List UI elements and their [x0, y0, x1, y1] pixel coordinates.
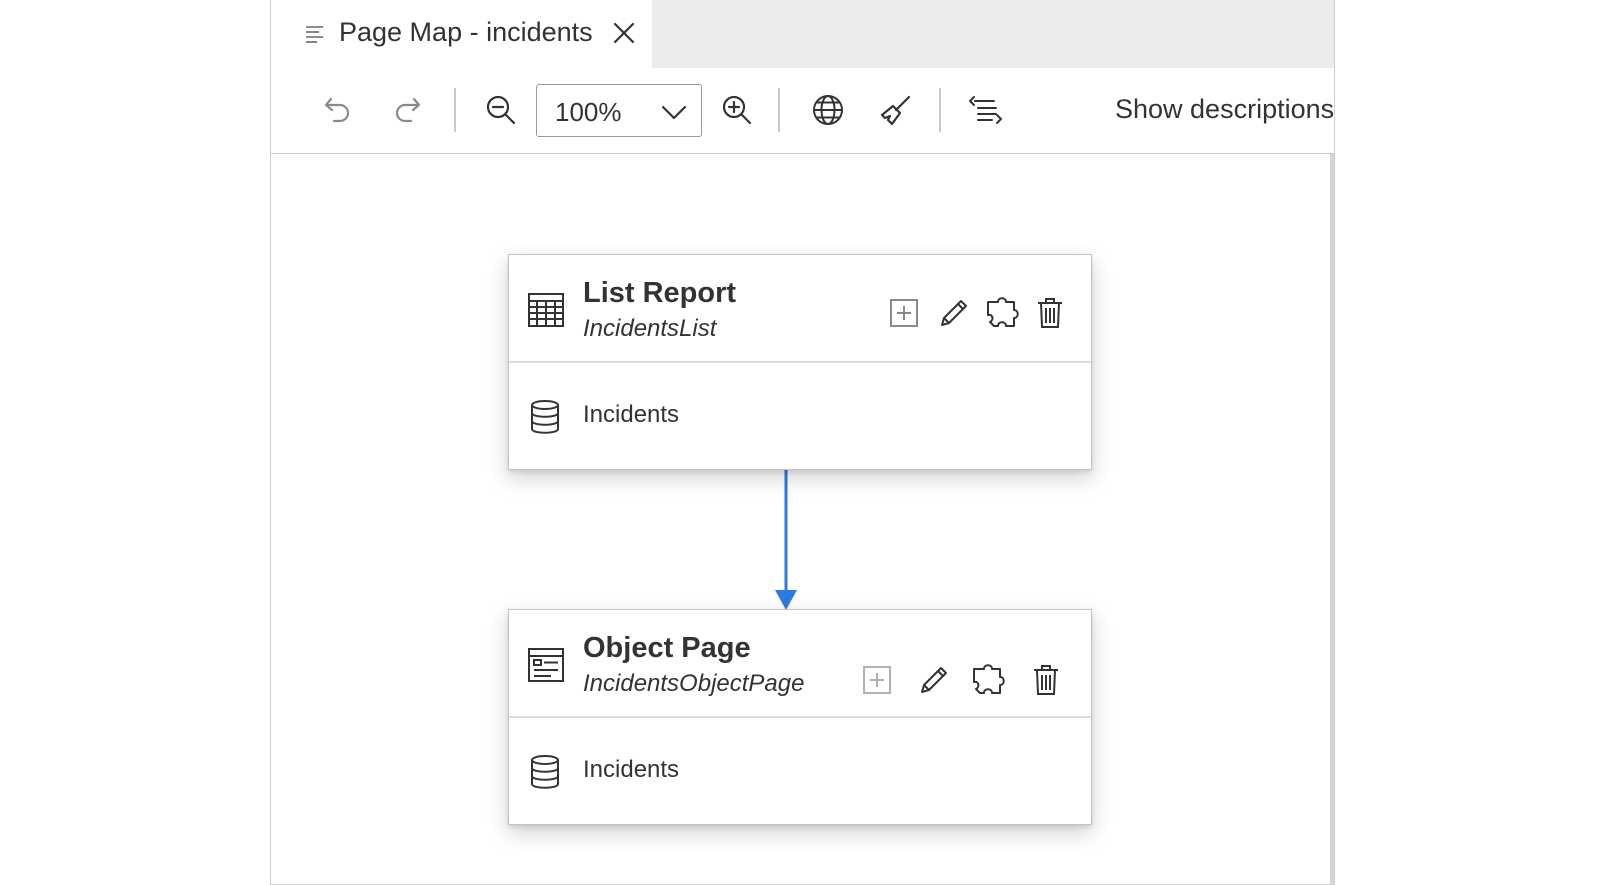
- zoom-select[interactable]: 100%: [536, 84, 702, 137]
- table-icon: [528, 293, 564, 327]
- pencil-icon: [941, 300, 967, 326]
- toolbar-separator: [778, 88, 780, 132]
- extension-button[interactable]: [971, 662, 1007, 698]
- card-entity-row: Incidents: [509, 363, 1091, 469]
- page-name: IncidentsObjectPage: [583, 670, 805, 697]
- database-icon: [531, 400, 559, 434]
- toolbar-separator: [454, 88, 456, 132]
- page-map-editor: Page Map - incidents 100% Show descripti…: [270, 0, 1335, 885]
- edit-button[interactable]: [916, 662, 952, 698]
- toolbar: 100% Show descriptions: [271, 68, 1334, 154]
- zoom-value: 100%: [555, 97, 622, 127]
- puzzle-icon: [987, 297, 1019, 327]
- add-section-button[interactable]: [886, 295, 922, 331]
- card-header: Object Page IncidentsObjectPage: [509, 610, 1091, 718]
- page-name: IncidentsList: [583, 315, 717, 342]
- globe-icon: [813, 95, 843, 125]
- card-header: List Report IncidentsList: [509, 255, 1091, 363]
- entity-set-label: Incidents: [583, 401, 680, 428]
- zoom-in-icon: [722, 95, 752, 125]
- undo-icon: [324, 97, 350, 123]
- broom-icon: [880, 95, 911, 126]
- show-descriptions-toggle[interactable]: Show descriptions: [1115, 94, 1334, 125]
- tab-page-map[interactable]: Page Map - incidents: [271, 0, 652, 69]
- add-icon: [863, 666, 891, 694]
- add-icon: [890, 299, 918, 327]
- page-type: Object Page: [583, 632, 751, 664]
- tab-title: Page Map - incidents: [339, 17, 593, 47]
- trash-icon: [1038, 298, 1062, 328]
- page-card-object-page[interactable]: Object Page IncidentsObjectPage Incident…: [508, 609, 1092, 825]
- form-icon: [528, 648, 564, 682]
- zoom-out-button[interactable]: [481, 90, 521, 130]
- add-section-button[interactable]: [859, 662, 895, 698]
- undo-button[interactable]: [318, 90, 358, 130]
- clean-button[interactable]: [876, 90, 916, 130]
- redo-button[interactable]: [387, 90, 427, 130]
- globe-button[interactable]: [808, 90, 848, 130]
- layout-button[interactable]: [966, 90, 1006, 130]
- extension-button[interactable]: [985, 295, 1021, 331]
- entity-set-label: Incidents: [583, 756, 680, 783]
- page-card-list-report[interactable]: List Report IncidentsList Incidents: [508, 254, 1092, 470]
- layout-icon: [969, 96, 1002, 124]
- zoom-out-icon: [486, 95, 516, 125]
- page-map-canvas: List Report IncidentsList Incidents Obje…: [271, 154, 1334, 884]
- puzzle-icon: [973, 664, 1005, 694]
- page-type: List Report: [583, 277, 737, 309]
- redo-icon: [395, 97, 421, 123]
- toolbar-separator: [939, 88, 941, 132]
- card-entity-row: Incidents: [509, 718, 1091, 824]
- close-icon[interactable]: [611, 20, 637, 46]
- zoom-in-button[interactable]: [717, 90, 757, 130]
- delete-button[interactable]: [1032, 295, 1068, 331]
- database-icon: [531, 755, 559, 789]
- pencil-icon: [921, 667, 947, 693]
- chevron-down-icon: [661, 105, 687, 120]
- trash-icon: [1034, 665, 1058, 695]
- delete-button[interactable]: [1028, 662, 1064, 698]
- tab-bar: Page Map - incidents: [271, 0, 1334, 69]
- list-icon: [306, 26, 323, 43]
- vertical-scrollbar[interactable]: [1330, 154, 1334, 884]
- edit-button[interactable]: [936, 295, 972, 331]
